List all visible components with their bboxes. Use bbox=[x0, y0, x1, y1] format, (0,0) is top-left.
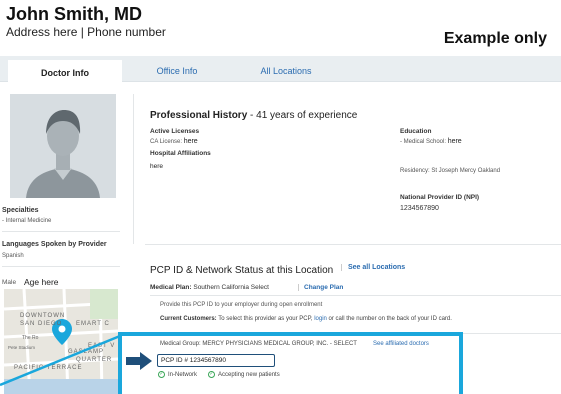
change-plan-link[interactable]: Change Plan bbox=[298, 284, 343, 291]
check-icon: ✓ bbox=[208, 371, 215, 378]
login-link[interactable]: login bbox=[314, 316, 327, 322]
current-customers-row: Current Customers: To select this provid… bbox=[160, 316, 452, 322]
column-divider bbox=[133, 94, 134, 244]
see-affiliated-doctors-link[interactable]: See affiliated doctors bbox=[373, 341, 429, 347]
education-value: - Medical School: here bbox=[400, 138, 462, 145]
education-label: Education bbox=[400, 128, 432, 135]
active-licenses-label: Active Licenses bbox=[150, 128, 200, 135]
tab-office-info[interactable]: Office Info bbox=[128, 60, 226, 82]
enrollment-info: Provide this PCP ID to your employer dur… bbox=[160, 302, 323, 308]
license-value: CA License: here bbox=[150, 138, 198, 145]
check-icon: ✓ bbox=[158, 371, 165, 378]
medical-plan-row: Medical Plan: Southern California Select bbox=[150, 284, 269, 291]
npi-label: National Provider ID (NPI) bbox=[400, 194, 480, 201]
section-divider bbox=[150, 295, 561, 296]
residency-value: Residency: St Joseph Mercy Oakland bbox=[400, 168, 501, 174]
in-network-status: ✓ In-Network bbox=[158, 371, 198, 379]
npi-value: 1234567890 bbox=[400, 205, 439, 212]
pcp-network-heading: PCP ID & Network Status at this Location bbox=[150, 265, 334, 276]
section-divider bbox=[145, 244, 561, 245]
hospital-affiliations-value: here bbox=[150, 163, 164, 170]
accepting-patients-status: ✓ Accepting new patients bbox=[208, 371, 280, 379]
medical-group-value: Medical Group: MERCY PHYSICIANS MEDICAL … bbox=[160, 341, 357, 347]
medical-plan-label: Medical Plan: bbox=[150, 284, 192, 291]
professional-history-heading: Professional History - 41 years of exper… bbox=[150, 110, 358, 121]
medical-plan-value: Southern California Select bbox=[193, 284, 269, 291]
arrow-right-icon bbox=[126, 352, 152, 370]
example-badge: Example only bbox=[443, 30, 547, 47]
pcp-id-field[interactable]: PCP ID # 1234567890 bbox=[157, 354, 275, 367]
callout-pointer-line bbox=[0, 334, 121, 387]
hospital-affiliations-label: Hospital Affiliations bbox=[150, 150, 211, 157]
see-all-locations-link[interactable]: See all Locations bbox=[341, 264, 405, 271]
tab-all-locations[interactable]: All Locations bbox=[232, 60, 340, 82]
